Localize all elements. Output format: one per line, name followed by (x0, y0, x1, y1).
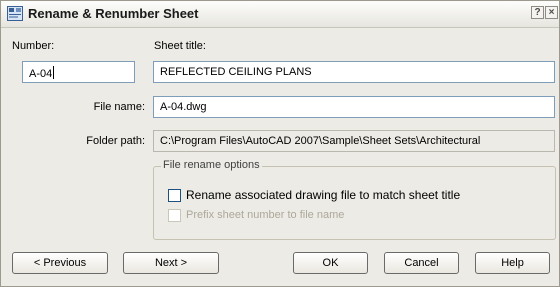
rename-drawing-label: Rename associated drawing file to match … (186, 188, 461, 202)
file-name-field[interactable]: A-04.dwg (153, 96, 555, 118)
file-rename-options-group (153, 166, 556, 240)
file-name-label: File name: (93, 101, 145, 113)
next-button[interactable]: Next > (123, 252, 219, 274)
help-button[interactable]: Help (475, 252, 550, 274)
cancel-button[interactable]: Cancel (384, 252, 459, 274)
title-bar[interactable]: Rename & Renumber Sheet ? × (1, 1, 559, 28)
ok-button[interactable]: OK (293, 252, 368, 274)
file-rename-options-title: File rename options (161, 159, 262, 171)
prefix-sheet-number-label: Prefix sheet number to file name (186, 209, 345, 221)
window-title: Rename & Renumber Sheet (28, 6, 199, 21)
sheet-title-value: REFLECTED CEILING PLANS (160, 66, 312, 78)
folder-path-label: Folder path: (86, 135, 145, 147)
sheet-icon (7, 6, 23, 21)
text-caret (53, 66, 55, 79)
number-field[interactable]: A-04 (22, 61, 135, 83)
rename-drawing-option[interactable]: Rename associated drawing file to match … (168, 188, 460, 202)
sheet-title-field[interactable]: REFLECTED CEILING PLANS (153, 61, 555, 83)
folder-path-field: C:\Program Files\AutoCAD 2007\Sample\She… (153, 130, 555, 152)
close-icon[interactable]: × (545, 6, 558, 19)
rename-drawing-checkbox[interactable] (168, 188, 181, 202)
number-label: Number: (12, 40, 55, 52)
file-name-value: A-04.dwg (160, 101, 207, 113)
number-value: A-04 (29, 68, 53, 80)
previous-button[interactable]: < Previous (12, 252, 108, 274)
folder-path-value: C:\Program Files\AutoCAD 2007\Sample\She… (160, 135, 481, 147)
help-icon[interactable]: ? (531, 6, 544, 19)
rename-renumber-dialog: Rename & Renumber Sheet ? × Number: Shee… (0, 0, 560, 287)
prefix-sheet-number-checkbox (168, 208, 181, 222)
prefix-sheet-number-option: Prefix sheet number to file name (168, 208, 344, 222)
sheet-title-label: Sheet title: (154, 40, 206, 52)
